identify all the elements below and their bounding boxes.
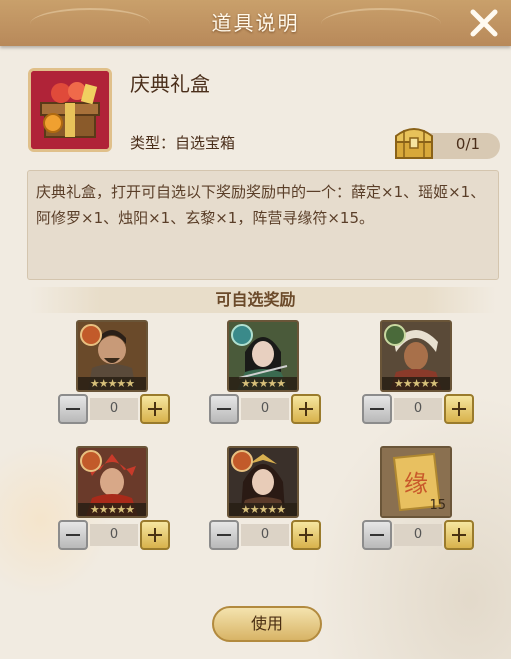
minus-button[interactable] — [58, 394, 88, 424]
faction-icon — [231, 324, 253, 346]
use-button[interactable]: 使用 — [212, 606, 322, 642]
quantity-stepper-1: 0 — [58, 394, 170, 424]
faction-icon — [80, 450, 102, 472]
minus-button[interactable] — [209, 520, 239, 550]
item-name: 庆典礼盒 — [130, 72, 210, 96]
plus-button[interactable] — [444, 520, 474, 550]
plus-button[interactable] — [140, 394, 170, 424]
star-rating: ★★★★★ — [229, 503, 297, 516]
star-rating: ★★★★★ — [382, 377, 450, 390]
chest-icon-wrap — [392, 122, 436, 160]
quantity-stepper-3: 0 — [362, 394, 474, 424]
treasure-chest-icon — [395, 128, 433, 159]
quantity-value[interactable]: 0 — [90, 398, 138, 420]
quantity-stepper-4: 0 — [58, 520, 170, 550]
talisman-glyph: 缘 — [404, 470, 428, 498]
plus-button[interactable] — [291, 394, 321, 424]
reward-hero-2[interactable]: ★★★★★ — [227, 320, 299, 392]
plus-button[interactable] — [291, 520, 321, 550]
quantity-value[interactable]: 0 — [394, 524, 442, 546]
reward-token-6[interactable]: 缘 15 — [380, 446, 452, 518]
reward-hero-5[interactable]: ★★★★★ — [227, 446, 299, 518]
quantity-stepper-6: 0 — [362, 520, 474, 550]
star-rating: ★★★★★ — [229, 377, 297, 390]
minus-button[interactable] — [58, 520, 88, 550]
close-icon[interactable] — [467, 6, 501, 40]
gift-box-icon — [31, 71, 109, 149]
quantity-stepper-2: 0 — [209, 394, 321, 424]
token-amount: 15 — [429, 498, 446, 513]
quantity-stepper-5: 0 — [209, 520, 321, 550]
window-title: 道具说明 — [211, 11, 300, 35]
item-detail-panel: 道具说明 庆典礼盒 类型：自选宝箱 0/1 庆典礼盒，打开可自选以下奖励奖励中的… — [0, 0, 511, 659]
quantity-value[interactable]: 0 — [394, 398, 442, 420]
plus-button[interactable] — [140, 520, 170, 550]
faction-icon — [384, 324, 406, 346]
minus-button[interactable] — [362, 520, 392, 550]
minus-button[interactable] — [209, 394, 239, 424]
quantity-value[interactable]: 0 — [241, 524, 289, 546]
quantity-value[interactable]: 0 — [241, 398, 289, 420]
plus-button[interactable] — [444, 394, 474, 424]
section-title: 可自选奖励 — [215, 290, 296, 309]
close-button[interactable] — [467, 6, 501, 40]
star-rating: ★★★★★ — [78, 377, 146, 390]
faction-icon — [80, 324, 102, 346]
reward-hero-4[interactable]: ★★★★★ — [76, 446, 148, 518]
gift-box-image — [28, 68, 112, 152]
reward-hero-3[interactable]: ★★★★★ — [380, 320, 452, 392]
owned-count: 0/1 — [455, 135, 481, 153]
faction-icon — [231, 450, 253, 472]
minus-button[interactable] — [362, 394, 392, 424]
quantity-value[interactable]: 0 — [90, 524, 138, 546]
reward-hero-1[interactable]: ★★★★★ — [76, 320, 148, 392]
item-type: 类型：自选宝箱 — [130, 134, 236, 152]
item-description: 庆典礼盒，打开可自选以下奖励奖励中的一个：薛定×1、瑶姬×1、阿修罗×1、烛阳×… — [27, 170, 499, 280]
star-rating: ★★★★★ — [78, 503, 146, 516]
